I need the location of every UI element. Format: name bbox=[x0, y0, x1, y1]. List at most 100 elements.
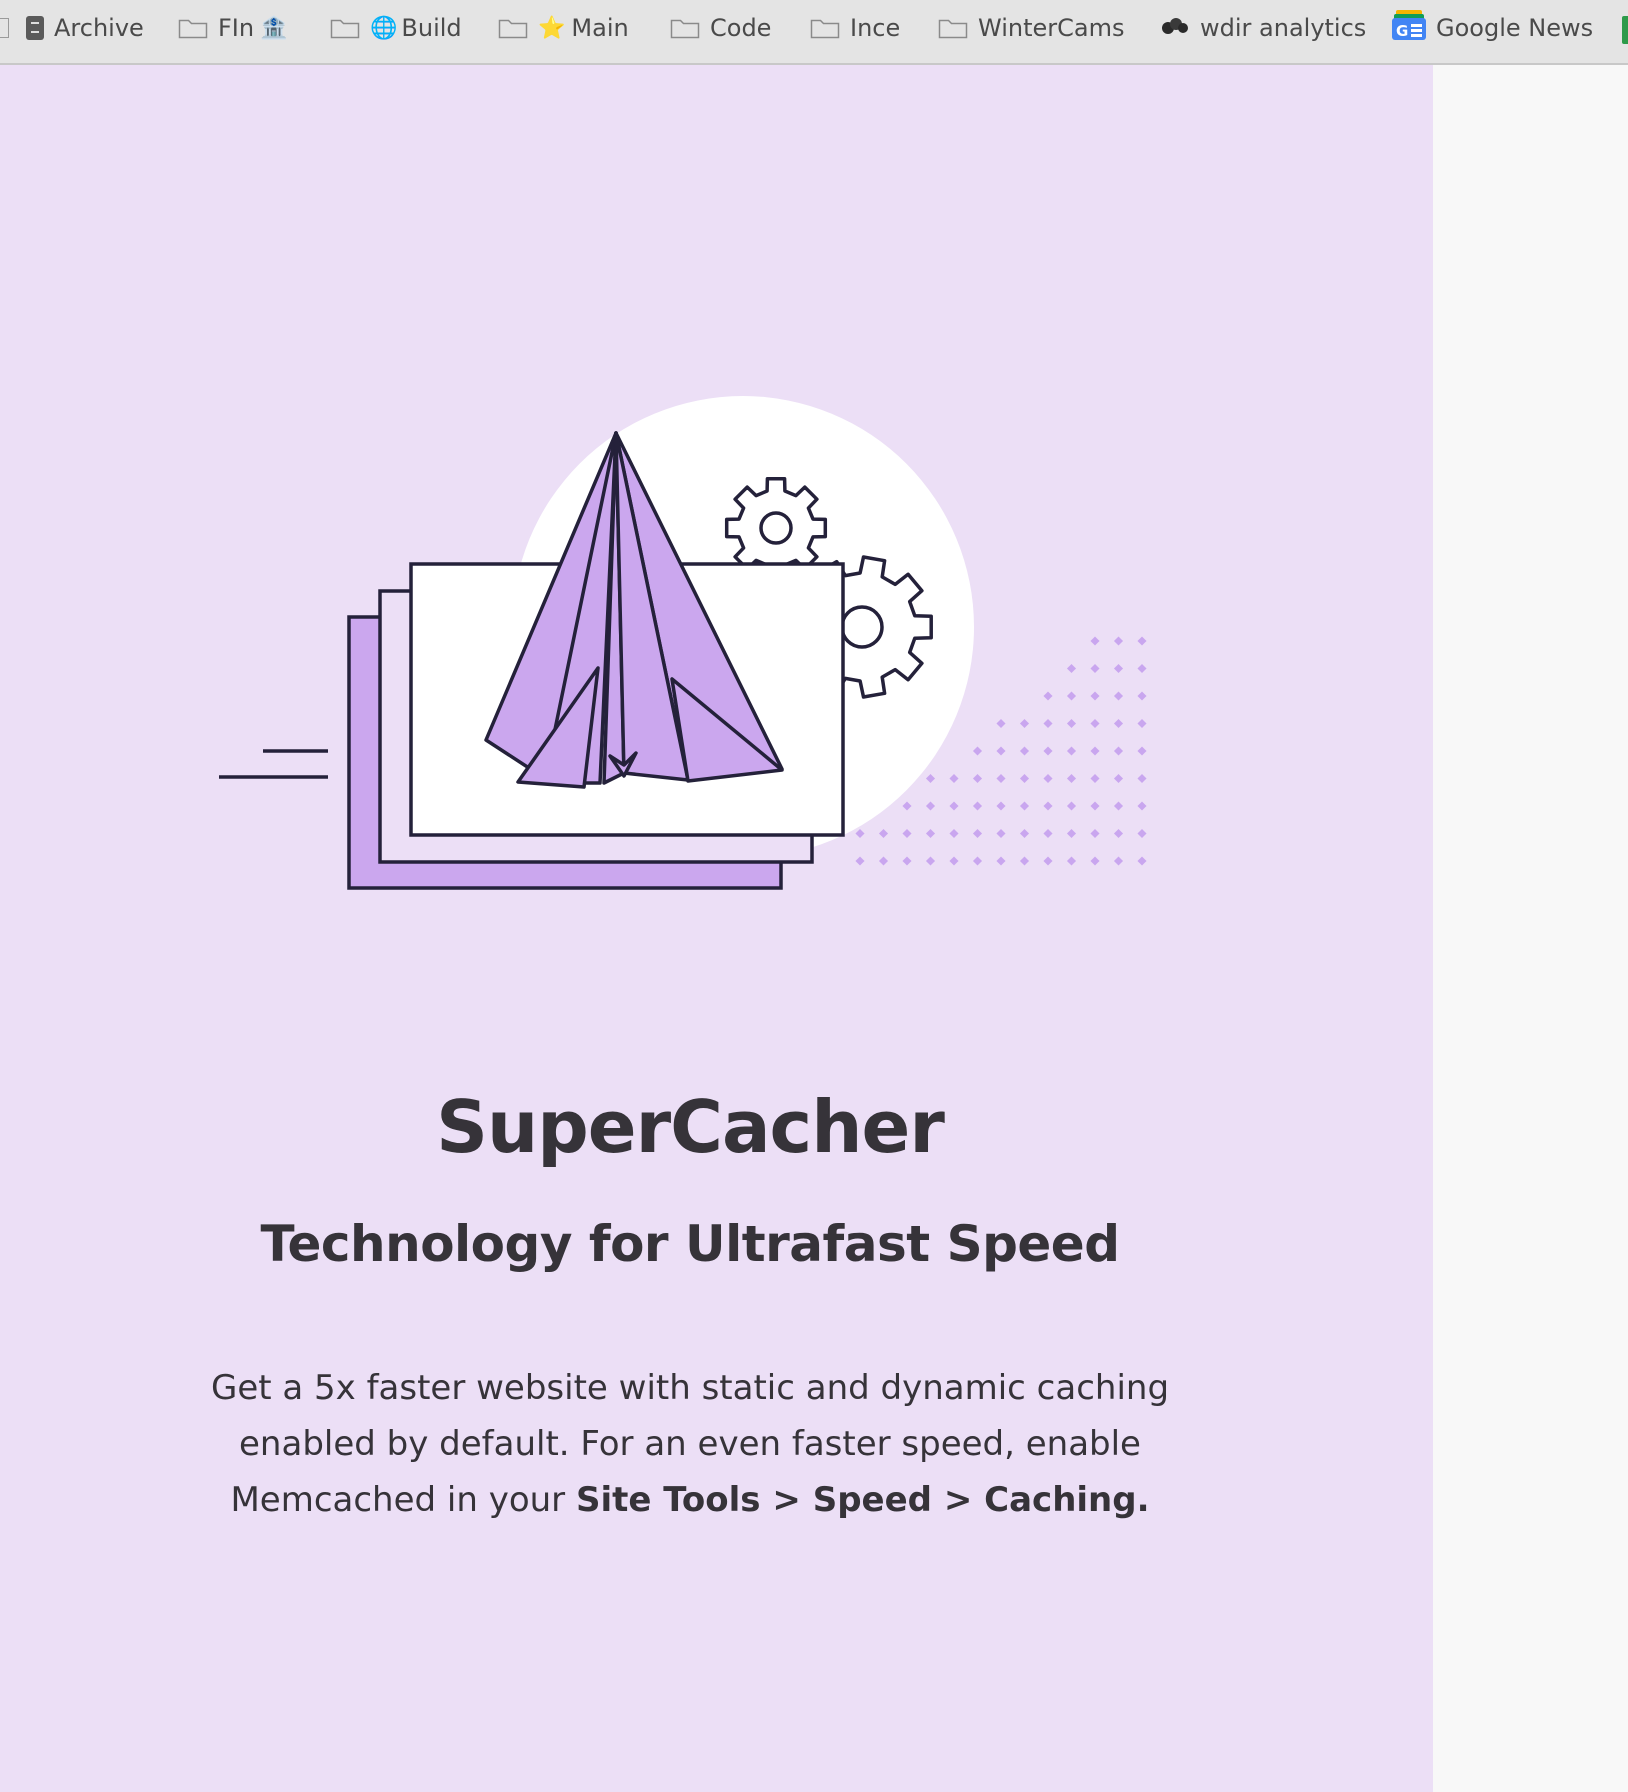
pattern-dot bbox=[949, 828, 959, 839]
pattern-dot bbox=[1090, 663, 1100, 674]
folder-icon bbox=[938, 17, 968, 39]
pattern-dot bbox=[1137, 636, 1147, 646]
pattern-dot bbox=[1137, 828, 1147, 839]
svg-text:G: G bbox=[1396, 22, 1408, 40]
bookmark-partial-edge[interactable] bbox=[0, 10, 9, 46]
bookmark-wintercams[interactable]: WinterCams bbox=[938, 10, 1124, 46]
bookmark-code[interactable]: Code bbox=[670, 10, 771, 46]
supercacher-illustration bbox=[219, 396, 1147, 890]
pattern-dot bbox=[996, 718, 1006, 729]
bookmark-label: Archive bbox=[54, 14, 144, 42]
pattern-dot bbox=[1090, 801, 1100, 811]
bookmark-label: wdir analytics bbox=[1200, 14, 1367, 42]
pattern-dot bbox=[1043, 718, 1053, 729]
pattern-dot bbox=[1137, 746, 1147, 756]
pattern-dot bbox=[1090, 718, 1100, 729]
pattern-dot bbox=[1137, 718, 1147, 729]
pattern-dot bbox=[949, 856, 959, 866]
bookmark-main[interactable]: ⭐ Main bbox=[498, 10, 629, 46]
bookmark-label: Code bbox=[710, 14, 772, 42]
bank-emoji: 🏦 bbox=[260, 15, 288, 41]
pattern-dot bbox=[996, 773, 1006, 784]
pattern-dot bbox=[1066, 746, 1077, 756]
right-gutter bbox=[1433, 65, 1628, 1792]
bookmarks-bar: Archive FIn 🏦 🌐 Build ⭐ Main Code Ince W… bbox=[0, 0, 1628, 65]
pattern-dot bbox=[1090, 856, 1100, 866]
pattern-dot bbox=[1066, 856, 1077, 866]
pattern-dot bbox=[1066, 828, 1077, 839]
pattern-dot bbox=[972, 828, 983, 839]
pattern-dot bbox=[996, 746, 1006, 756]
pattern-dot bbox=[1113, 773, 1124, 784]
pattern-dot bbox=[855, 856, 865, 866]
pattern-dot bbox=[1066, 691, 1077, 701]
pattern-dot bbox=[1113, 856, 1124, 866]
pattern-dot bbox=[878, 828, 889, 839]
bookmark-ince[interactable]: Ince bbox=[810, 10, 900, 46]
bookmark-label: Main bbox=[571, 14, 629, 42]
pattern-dot bbox=[1113, 691, 1124, 701]
globe-emoji: 🌐 bbox=[370, 15, 398, 41]
file-cabinet-icon bbox=[26, 16, 44, 40]
pattern-dot bbox=[1137, 663, 1147, 674]
pattern-dot bbox=[1019, 718, 1030, 729]
pattern-dot bbox=[878, 856, 889, 866]
pattern-dot bbox=[902, 801, 912, 811]
pattern-dot bbox=[1137, 801, 1147, 811]
pattern-dot bbox=[1019, 746, 1030, 756]
folder-icon bbox=[330, 17, 360, 39]
pattern-dot bbox=[1090, 773, 1100, 784]
pattern-dot bbox=[1043, 773, 1053, 784]
pattern-dot bbox=[902, 828, 912, 839]
pattern-dot bbox=[1113, 663, 1124, 674]
pattern-dot bbox=[1066, 801, 1077, 811]
pattern-dot bbox=[1090, 828, 1100, 839]
pattern-dot bbox=[972, 801, 983, 811]
pattern-dot bbox=[855, 828, 865, 839]
site-tools-path: Site Tools > Speed > Caching. bbox=[575, 1480, 1150, 1520]
pattern-dot bbox=[1043, 691, 1053, 701]
pattern-dot bbox=[925, 856, 936, 866]
pattern-dot bbox=[1019, 856, 1030, 866]
pattern-dot bbox=[1019, 773, 1030, 784]
pattern-dot bbox=[972, 856, 983, 866]
pattern-dot bbox=[1090, 746, 1100, 756]
pattern-dot bbox=[1043, 801, 1053, 811]
bookmark-label: FIn bbox=[218, 14, 255, 42]
pattern-dot bbox=[1113, 718, 1124, 729]
pattern-dot bbox=[1113, 746, 1124, 756]
bookmark-wdir-analytics[interactable]: wdir analytics bbox=[1160, 10, 1366, 46]
page-title: SuperCacher bbox=[436, 1085, 945, 1169]
pattern-dot bbox=[1113, 636, 1124, 646]
pattern-dot bbox=[1066, 773, 1077, 784]
pattern-dot bbox=[996, 801, 1006, 811]
pattern-dot bbox=[996, 856, 1006, 866]
star-emoji: ⭐ bbox=[538, 15, 566, 41]
google-news-icon: G bbox=[1392, 9, 1426, 47]
pattern-dot bbox=[1019, 801, 1030, 811]
pattern-dot bbox=[1043, 746, 1053, 756]
analytics-logo-icon bbox=[1160, 14, 1190, 42]
folder-icon bbox=[810, 17, 840, 39]
feature-description: Get a 5x faster website with static and … bbox=[190, 1360, 1190, 1528]
pattern-dot bbox=[972, 746, 983, 756]
bookmark-fin[interactable]: FIn 🏦 bbox=[178, 10, 288, 46]
pattern-dot bbox=[1113, 828, 1124, 839]
pattern-dot bbox=[925, 773, 936, 784]
bookmark-label: WinterCams bbox=[978, 14, 1125, 42]
bookmark-label: Build bbox=[401, 14, 462, 42]
pattern-dot bbox=[1043, 856, 1053, 866]
pattern-dot bbox=[1137, 691, 1147, 701]
bookmark-archive[interactable]: Archive bbox=[26, 10, 144, 46]
bookmark-google-news[interactable]: G Google News bbox=[1392, 10, 1593, 46]
bookmark-build[interactable]: 🌐 Build bbox=[330, 10, 462, 46]
bookmark-label: Google News bbox=[1436, 14, 1594, 42]
pattern-dot bbox=[925, 801, 936, 811]
pattern-dot bbox=[902, 856, 912, 866]
pattern-dot bbox=[1019, 828, 1030, 839]
pattern-dot bbox=[996, 828, 1006, 839]
pattern-dot bbox=[925, 828, 936, 839]
pattern-dot bbox=[1113, 801, 1124, 811]
pattern-dot bbox=[949, 773, 959, 784]
bookmark-partial-edge-right[interactable] bbox=[1622, 16, 1628, 44]
